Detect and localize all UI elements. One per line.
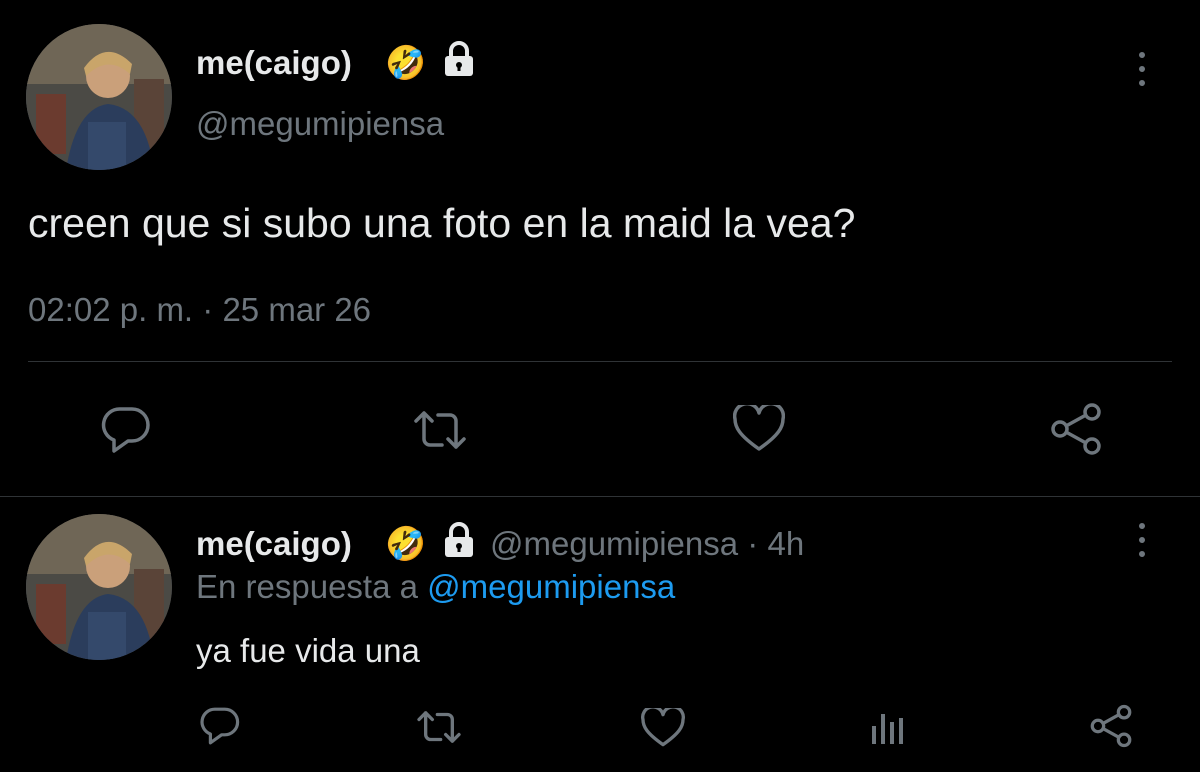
- divider: [28, 361, 1172, 362]
- lock-icon: [440, 521, 478, 564]
- in-reply-to: En respuesta a @megumipiensa: [196, 567, 675, 607]
- more-options-icon[interactable]: [1137, 52, 1147, 86]
- in-reply-handle-link[interactable]: @megumipiensa: [427, 568, 675, 605]
- like-icon[interactable]: [641, 708, 685, 748]
- avatar[interactable]: [26, 24, 172, 170]
- reply-text: ya fue vida una: [196, 632, 420, 669]
- reply-display-name[interactable]: me(caigo): [196, 524, 352, 564]
- in-reply-prefix: En respuesta a: [196, 568, 418, 605]
- reply-age: 4h: [767, 525, 805, 562]
- reply-handle-meta[interactable]: @megumipiensa · 4h: [490, 524, 804, 564]
- retweet-icon[interactable]: [410, 405, 470, 455]
- time: 02:02 p. m.: [28, 291, 194, 328]
- lock-icon: [440, 40, 478, 83]
- tweet-text: creen que si subo una foto en la maid la…: [28, 200, 856, 246]
- handle[interactable]: @megumipiensa: [196, 104, 444, 144]
- laughing-emoji-icon: 🤣: [385, 525, 427, 562]
- display-name-text: me(caigo): [196, 525, 352, 562]
- display-name-text: me(caigo): [196, 44, 352, 81]
- avatar-photo: [26, 24, 172, 170]
- section-divider: [0, 496, 1200, 497]
- laughing-emoji-icon: 🤣: [385, 44, 427, 81]
- share-icon[interactable]: [1088, 704, 1134, 748]
- retweet-icon[interactable]: [414, 706, 464, 748]
- separator: ·: [747, 525, 759, 562]
- display-name[interactable]: me(caigo): [196, 43, 352, 83]
- more-options-icon[interactable]: [1137, 523, 1147, 557]
- avatar-photo: [26, 514, 172, 660]
- reply-icon[interactable]: [199, 706, 241, 746]
- reply-icon[interactable]: [100, 405, 152, 455]
- separator: ·: [202, 291, 214, 328]
- date: 25 mar 26: [222, 291, 372, 328]
- reply-handle: @megumipiensa: [490, 525, 739, 562]
- reply-avatar[interactable]: [26, 514, 172, 660]
- analytics-icon[interactable]: [868, 706, 908, 746]
- like-icon[interactable]: [733, 405, 785, 453]
- share-icon[interactable]: [1048, 402, 1104, 456]
- timestamp[interactable]: 02:02 p. m. · 25 mar 26: [28, 290, 371, 330]
